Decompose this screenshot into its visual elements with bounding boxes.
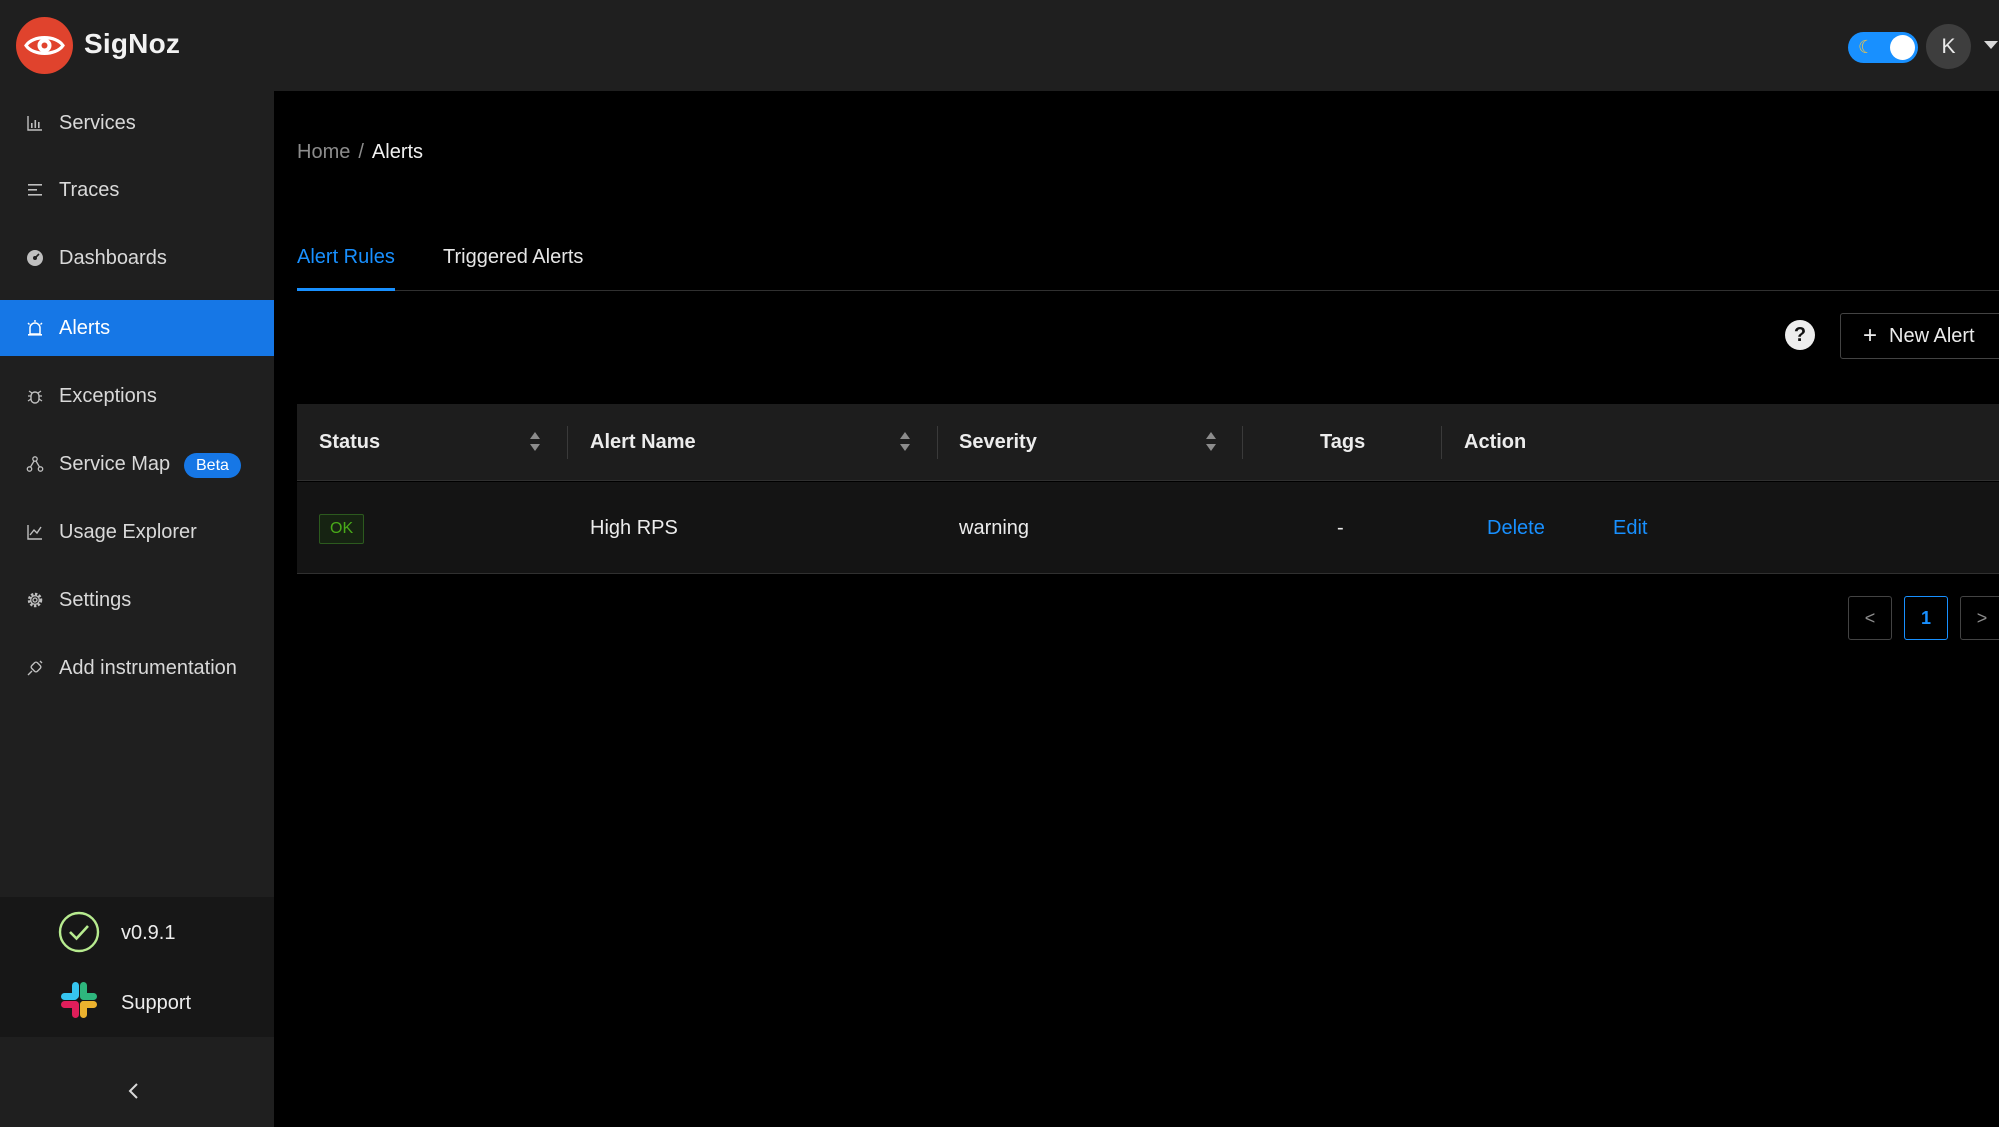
brand-name[interactable]: SigNoz [84, 28, 180, 60]
sidebar-footer: v0.9.1 Support [0, 897, 274, 1037]
sidebar-item-services[interactable]: Services [0, 95, 274, 151]
breadcrumb-separator: / [358, 141, 364, 163]
main-content: Home / Alerts Alert Rules Triggered Alerts… [274, 91, 1999, 1127]
tags-cell: - [1337, 517, 1344, 539]
pagination-next-button[interactable]: > [1960, 596, 1999, 640]
check-circle-icon [58, 911, 100, 953]
top-header: SigNoz ☾ K [0, 0, 1999, 91]
help-icon[interactable]: ? [1785, 320, 1815, 350]
sort-icon[interactable] [529, 432, 541, 454]
bug-icon [25, 386, 45, 406]
table-header: Status Alert Name Severity Tags Action [297, 404, 1999, 481]
alert-icon [25, 318, 45, 338]
tab-bar: Alert Rules Triggered Alerts [297, 246, 1999, 291]
slack-icon [58, 979, 100, 1021]
deployment-unit-icon [25, 454, 45, 474]
sidebar-item-exceptions[interactable]: Exceptions [0, 368, 274, 424]
support-row[interactable]: Support [0, 967, 274, 1037]
chevron-down-icon[interactable] [1984, 41, 1998, 49]
signoz-logo-icon[interactable] [16, 17, 73, 74]
column-divider [567, 426, 568, 459]
sidebar-item-label: Services [59, 111, 136, 134]
sidebar-item-label: Settings [59, 588, 132, 611]
align-left-icon [25, 180, 45, 200]
sidebar-item-label: Dashboards [59, 246, 167, 269]
column-header-alert-name[interactable]: Alert Name [590, 404, 696, 481]
sidebar-item-label: Add instrumentation [59, 656, 237, 679]
pagination-prev-button[interactable]: < [1848, 596, 1892, 640]
tab-alert-rules[interactable]: Alert Rules [297, 246, 395, 291]
column-header-status[interactable]: Status [319, 404, 380, 481]
breadcrumb-current: Alerts [371, 141, 424, 163]
toggle-knob [1890, 35, 1915, 60]
column-header-action: Action [1464, 431, 1527, 453]
version-row[interactable]: v0.9.1 [0, 897, 274, 967]
avatar[interactable]: K [1926, 24, 1971, 69]
sidebar-item-add-instrumentation[interactable]: Add instrumentation [0, 640, 274, 696]
alert-name-cell: High RPS [590, 517, 678, 539]
sidebar-item-service-map[interactable]: Service Map Beta [0, 436, 274, 492]
sidebar-item-label: Usage Explorer [59, 520, 197, 543]
new-alert-label: New Alert [1889, 324, 1975, 347]
sidebar-item-alerts[interactable]: Alerts [0, 300, 274, 356]
sort-icon[interactable] [1205, 432, 1217, 454]
bar-chart-icon [25, 113, 45, 133]
column-divider [1242, 426, 1243, 459]
pagination-page-1[interactable]: 1 [1904, 596, 1948, 640]
breadcrumb-home[interactable]: Home [297, 141, 350, 163]
edit-link[interactable]: Edit [1613, 482, 1647, 574]
tab-triggered-alerts[interactable]: Triggered Alerts [443, 246, 583, 291]
sidebar: Services Traces Dashboards Alerts Except [0, 91, 274, 1127]
sidebar-item-label: Alerts [59, 316, 111, 339]
gear-icon [25, 590, 45, 610]
column-header-severity[interactable]: Severity [959, 404, 1037, 481]
sidebar-item-label: Service Map [59, 452, 171, 475]
collapse-sidebar-icon[interactable] [122, 1079, 146, 1103]
theme-toggle[interactable]: ☾ [1848, 32, 1918, 63]
sidebar-item-label: Traces [59, 178, 120, 201]
breadcrumb: Home / Alerts [297, 141, 423, 164]
column-divider [1441, 426, 1442, 459]
sidebar-item-usage-explorer[interactable]: Usage Explorer [0, 504, 274, 560]
column-divider [937, 426, 938, 459]
status-badge: OK [319, 514, 365, 544]
moon-icon: ☾ [1858, 37, 1875, 57]
version-label: v0.9.1 [121, 922, 176, 944]
beta-badge: Beta [184, 453, 241, 478]
sidebar-item-settings[interactable]: Settings [0, 572, 274, 628]
support-label: Support [121, 992, 192, 1014]
table-row: OK High RPS warning - Delete Edit [297, 482, 1999, 574]
app-root: SigNoz ☾ K Services Traces Dashboards Al… [0, 0, 1999, 1127]
plus-icon: + [1863, 322, 1878, 349]
severity-cell: warning [959, 517, 1030, 539]
column-header-tags: Tags [1320, 431, 1366, 453]
sort-icon[interactable] [899, 432, 911, 454]
delete-link[interactable]: Delete [1487, 482, 1545, 574]
sidebar-item-dashboards[interactable]: Dashboards [0, 230, 274, 286]
new-alert-button[interactable]: + New Alert [1840, 313, 1999, 359]
sidebar-item-label: Exceptions [59, 384, 157, 407]
dashboard-icon [25, 248, 45, 268]
line-chart-icon [25, 522, 45, 542]
sidebar-item-traces[interactable]: Traces [0, 162, 274, 218]
api-icon [25, 658, 45, 678]
